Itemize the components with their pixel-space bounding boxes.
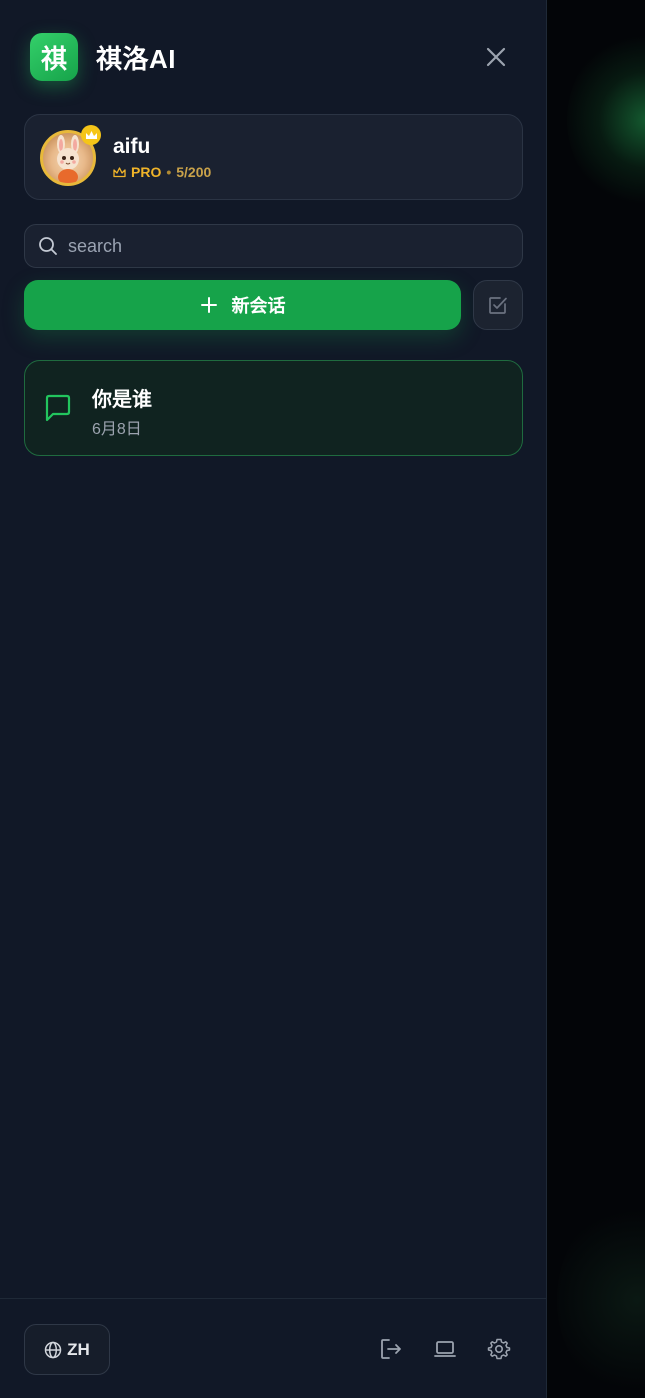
new-chat-button[interactable]: 新会话 [24, 280, 461, 330]
search-icon [39, 237, 57, 255]
plus-icon [200, 297, 217, 313]
gear-icon [487, 1338, 511, 1360]
conversation-title: 你是谁 [92, 389, 152, 411]
logout-icon [381, 1339, 401, 1359]
device-button[interactable] [433, 1337, 457, 1361]
main-backdrop [547, 0, 645, 1398]
sidebar: 祺 祺洛AI aifu PRO • 5/200 search 新会话 你是谁 6… [0, 0, 547, 1398]
sidebar-footer: ZH [0, 1298, 547, 1398]
sidebar-header: 祺 祺洛AI [30, 33, 516, 81]
user-profile-card[interactable]: aifu PRO • 5/200 [24, 114, 523, 200]
settings-button[interactable] [487, 1337, 511, 1361]
plan-separator: • [166, 164, 172, 180]
close-icon [486, 47, 506, 67]
app-title: 祺洛AI [96, 43, 177, 74]
app-logo: 祺 [30, 33, 78, 81]
new-chat-label: 新会话 [231, 296, 286, 316]
search-input[interactable] [68, 235, 488, 257]
multi-select-button[interactable] [473, 280, 523, 330]
usage-quota: 5/200 [176, 164, 212, 180]
search-box [24, 224, 523, 268]
globe-icon [44, 1341, 62, 1358]
chat-bubble-icon [45, 394, 71, 422]
backdrop-glow-bottom [557, 1200, 645, 1398]
conversation-date: 6月8日 [92, 421, 142, 438]
username: aifu [113, 135, 151, 158]
language-button[interactable]: ZH [24, 1324, 110, 1375]
plan-info: PRO • 5/200 [113, 164, 211, 180]
select-check-icon [489, 297, 507, 314]
backdrop-glow [567, 30, 645, 210]
laptop-icon [434, 1341, 456, 1357]
close-sidebar-button[interactable] [482, 43, 510, 71]
crown-badge [81, 125, 101, 145]
logout-button[interactable] [379, 1337, 403, 1361]
language-label: ZH [67, 1339, 90, 1359]
crown-icon [85, 130, 97, 139]
plan-badge: PRO [131, 164, 162, 180]
crown-icon [113, 166, 126, 177]
conversation-item[interactable]: 你是谁 6月8日 [24, 360, 523, 456]
